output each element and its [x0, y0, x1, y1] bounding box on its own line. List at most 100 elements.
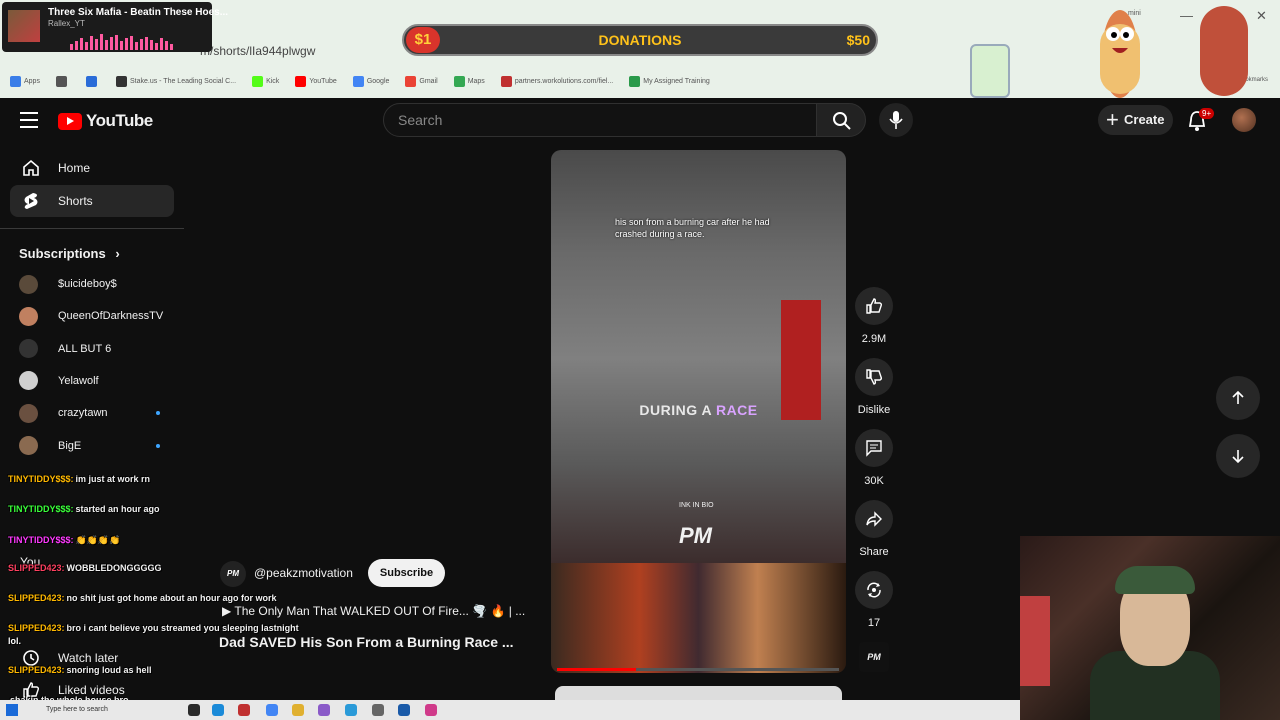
channel-handle[interactable]: @peakzmotivation [254, 566, 353, 580]
youtube-logo[interactable]: YouTube [58, 111, 153, 131]
video-caption: his son from a burning car after he had … [615, 217, 770, 239]
subscription-item[interactable]: crazytawn [19, 402, 160, 424]
account-avatar[interactable] [1232, 108, 1256, 132]
search-button[interactable] [816, 103, 866, 137]
donation-goal: $50 [846, 32, 870, 48]
bookmark-item[interactable]: Apps [10, 75, 40, 87]
sidebar-divider [0, 228, 184, 229]
bookmark-label: Maps [467, 77, 485, 85]
bookmark-icon [500, 75, 512, 87]
song-title: Three Six Mafia - Beatin These Hoes... [48, 7, 229, 18]
share-icon [866, 511, 882, 527]
video-title[interactable]: Dad SAVED His Son From a Burning Race ..… [219, 634, 514, 650]
chat-text: im just at work rn [75, 474, 151, 484]
chat-message: SLIPPED423: bro i cant believe you stream… [8, 623, 299, 633]
sidebar-item-label: Home [58, 161, 91, 175]
instagram-icon[interactable] [425, 704, 437, 716]
subscription-item[interactable]: BigE [19, 435, 160, 457]
comments-button[interactable]: 30K [854, 429, 894, 487]
hotdog-mascot-icon [1100, 10, 1140, 98]
taskbar-search-input[interactable]: Type here to search [28, 702, 178, 718]
chat-message: TINYTIDDY$$$: started an hour ago [8, 504, 160, 514]
like-button[interactable]: 2.9M [854, 287, 894, 345]
sidebar-item-home[interactable]: Home [10, 152, 174, 184]
app-icon[interactable] [372, 704, 384, 716]
bookmark-icon [252, 75, 264, 87]
bookmark-label: YouTube [309, 77, 337, 85]
subscribe-button[interactable]: Subscribe [368, 559, 445, 587]
video-progress-bar[interactable] [557, 668, 839, 671]
menu-icon[interactable] [20, 112, 38, 128]
taskview-icon[interactable] [188, 704, 200, 716]
bookmark-item[interactable]: Kick [252, 75, 279, 87]
previous-short-button[interactable] [1216, 376, 1260, 420]
chrome-icon[interactable] [266, 704, 278, 716]
live-dot-icon [156, 411, 160, 416]
bookmark-label: Apps [24, 77, 40, 85]
bookmark-item[interactable]: Maps [453, 75, 485, 87]
share-button[interactable]: Share [854, 500, 894, 558]
search-icon [833, 112, 851, 130]
dislike-button[interactable]: Dislike [854, 358, 894, 416]
search-input[interactable]: Search [383, 103, 817, 137]
bookmark-item[interactable]: Stake.us - The Leading Social C... [115, 75, 237, 87]
chat-text: 👏👏👏👏 [75, 535, 121, 545]
comment-count: 30K [864, 475, 884, 487]
bookmark-item[interactable] [55, 75, 70, 87]
shorts-video-player[interactable]: his son from a burning car after he had … [551, 150, 846, 673]
play-icon: ▶ [222, 604, 232, 618]
subscription-name: Yelawolf [58, 374, 99, 387]
video-overlay-text: DURING A RACE [551, 402, 846, 418]
bookmark-item[interactable]: My Assigned Training [629, 75, 710, 87]
minimize-icon[interactable]: — [1180, 8, 1193, 23]
bookmark-item[interactable]: Gmail [405, 75, 438, 87]
chat-text: WOBBLEDONGGGGG [66, 563, 162, 573]
chat-message: SLIPPED423: WOBBLEDONGGGGG [8, 563, 162, 573]
chat-text: no shit just got home about an hour ago … [66, 593, 277, 603]
subscription-item[interactable]: QueenOfDarknessTV [19, 305, 163, 327]
subscription-item[interactable]: Yelawolf [19, 370, 99, 392]
subscription-item[interactable]: ALL BUT 6 [19, 338, 111, 360]
comment-icon [866, 440, 882, 457]
playlist-link[interactable]: ▶ The Only Man That WALKED OUT Of Fire..… [222, 604, 525, 618]
home-icon [23, 159, 39, 176]
channel-avatar[interactable]: PM [220, 561, 246, 587]
subscriptions-heading-text: Subscriptions [19, 246, 106, 261]
telegram-icon[interactable] [345, 704, 357, 716]
subscription-name: ALL BUT 6 [58, 342, 112, 355]
share-label: Share [859, 546, 889, 558]
subscriptions-heading[interactable]: Subscriptions › [19, 246, 120, 261]
webcam-lamp [1020, 596, 1050, 686]
like-count: 2.9M [861, 333, 887, 345]
bookmark-icon [85, 75, 97, 87]
dislike-label: Dislike [857, 404, 891, 416]
folder-icon[interactable] [292, 704, 304, 716]
remix-button[interactable]: 17 [854, 571, 894, 629]
link-in-bio-text: INK IN BIO [679, 502, 714, 509]
obs-icon[interactable] [318, 704, 330, 716]
bookmark-icon [115, 75, 127, 87]
chat-username: lol. [8, 636, 21, 646]
app-icon[interactable] [238, 704, 250, 716]
close-icon[interactable]: ✕ [1256, 8, 1267, 24]
edge-icon[interactable] [212, 704, 224, 716]
bookmark-item[interactable] [85, 75, 100, 87]
bookmark-item[interactable]: YouTube [295, 75, 337, 87]
subscription-item[interactable]: $uicideboy$ [19, 273, 117, 295]
windows-start-icon[interactable] [6, 704, 18, 716]
bookmark-item[interactable]: partners.workolutions.com/fiel... [500, 75, 613, 87]
sidebar-item-shorts[interactable]: Shorts [10, 185, 174, 217]
bookmark-label: Stake.us - The Leading Social C... [129, 77, 237, 85]
sound-badge[interactable]: PM [859, 642, 889, 672]
channel-avatar [19, 274, 38, 294]
arrow-down-icon [1232, 450, 1244, 464]
bookmark-item[interactable]: Google [352, 75, 389, 87]
voice-search-button[interactable] [879, 103, 913, 137]
channel-avatar [19, 339, 38, 359]
next-short-button[interactable] [1216, 434, 1260, 478]
create-button[interactable]: Create [1098, 105, 1173, 135]
app-icon[interactable] [398, 704, 410, 716]
bookmark-icon [55, 75, 67, 87]
chat-message: SLIPPED423: snoring loud as hell [8, 665, 152, 675]
chat-text: snoring loud as hell [66, 665, 152, 675]
